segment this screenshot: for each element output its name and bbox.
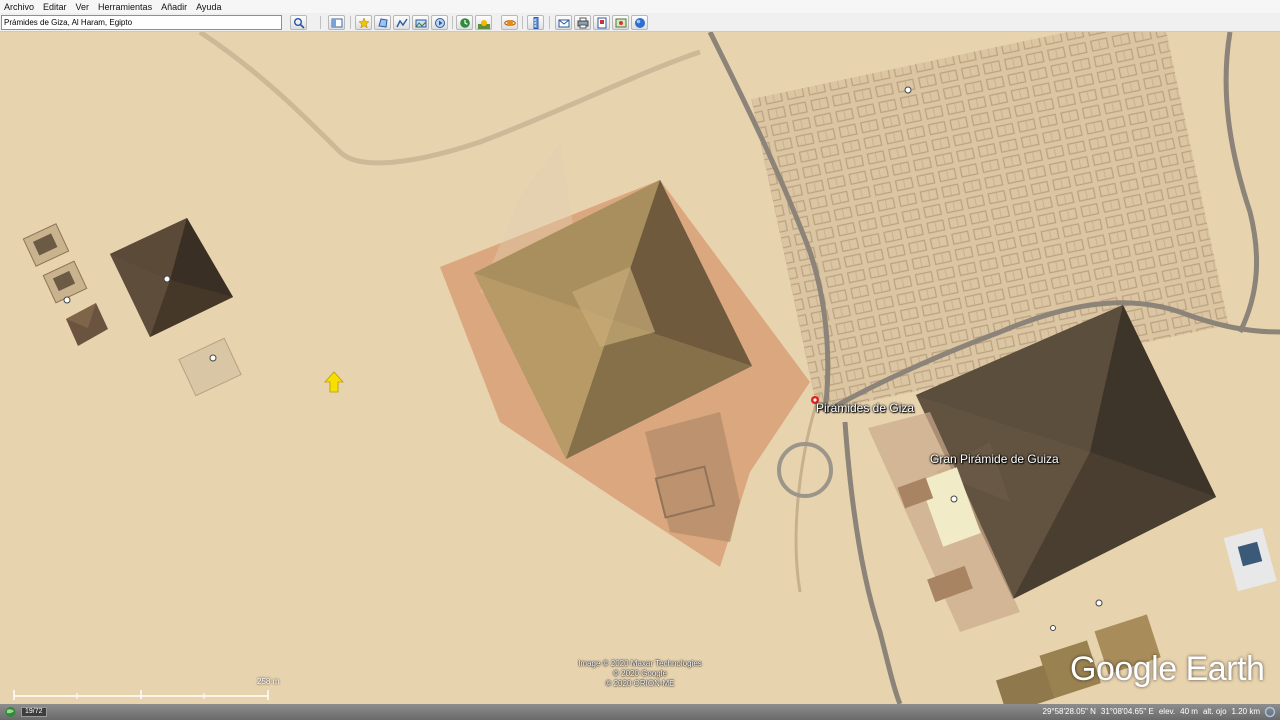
placemark-icon	[357, 16, 370, 28]
toolbar-separator	[452, 16, 453, 29]
scale-label: 258 m	[257, 677, 280, 686]
polygon-icon	[377, 17, 388, 28]
save-image-icon	[597, 17, 606, 28]
latitude: 29°58'28.05" N	[1042, 707, 1096, 716]
polygon-button[interactable]	[374, 15, 391, 30]
streaming-icon	[1264, 706, 1276, 718]
elevation-value: 40 m	[1180, 707, 1198, 716]
earth-icon	[634, 17, 645, 28]
menu-bar: Archivo Editar Ver Herramientas Añadir A…	[0, 0, 1280, 13]
menu-herramientas[interactable]: Herramientas	[98, 2, 152, 12]
history-button[interactable]	[456, 15, 473, 30]
toolbar-separator	[350, 16, 351, 29]
toolbar-separator	[549, 16, 550, 29]
place-label-gran-piramide[interactable]: Gran Pirámide de Guiza	[930, 452, 1059, 466]
status-bar: 19/72 29°58'28.05" N 31°08'04.65" E elev…	[0, 704, 1280, 720]
credit-line: © 2020 Google	[613, 669, 667, 678]
tour-button[interactable]	[431, 15, 448, 30]
eye-altitude-label: alt. ojo	[1202, 707, 1227, 716]
menu-archivo[interactable]: Archivo	[4, 2, 34, 12]
email-button[interactable]	[555, 15, 572, 30]
globe-icon[interactable]	[4, 706, 17, 718]
credit-line: © 2020 ORION-ME	[605, 679, 675, 688]
path-button[interactable]	[393, 15, 410, 30]
toolbar-separator	[522, 16, 523, 29]
save-image-button[interactable]	[593, 15, 610, 30]
elevation-label: elev.	[1158, 707, 1176, 716]
menu-editar[interactable]: Editar	[43, 2, 67, 12]
email-icon	[558, 19, 569, 27]
menu-ver[interactable]: Ver	[76, 2, 90, 12]
eye-altitude-value: 1.20 km	[1231, 707, 1260, 716]
satellite-imagery	[0, 32, 1280, 704]
google-earth-logo: Google Earth	[1070, 650, 1265, 688]
maps-icon	[615, 18, 626, 27]
tour-icon	[434, 17, 445, 28]
sidebar-button[interactable]	[328, 15, 345, 30]
sidebar-icon	[331, 18, 342, 27]
menu-ayuda[interactable]: Ayuda	[196, 2, 221, 12]
print-icon	[577, 17, 588, 28]
ruler-icon	[533, 16, 538, 29]
imagery-credits: Image © 2020 Maxar Technologies © 2020 G…	[562, 659, 718, 689]
historical-date[interactable]: 19/72	[21, 707, 47, 717]
maps-button[interactable]	[612, 15, 629, 30]
print-button[interactable]	[574, 15, 591, 30]
earth-button[interactable]	[631, 15, 648, 30]
map-viewport[interactable]: Pirámides de Giza Gran Pirámide de Guiza…	[0, 32, 1280, 704]
longitude: 31°08'04.65" E	[1100, 707, 1154, 716]
sunlight-icon	[477, 19, 490, 29]
search-icon	[293, 17, 305, 29]
path-icon	[395, 18, 408, 27]
search-input[interactable]: Prámides de Giza, Al Haram, Egipto	[1, 15, 282, 30]
history-icon	[459, 17, 470, 28]
sunlight-button[interactable]	[475, 15, 492, 30]
coordinates-readout: 29°58'28.05" N 31°08'04.65" E elev. 40 m…	[1043, 707, 1261, 716]
placemark-button[interactable]	[355, 15, 372, 30]
place-label-piramides[interactable]: Pirámides de Giza	[816, 401, 914, 415]
toolbar-separator	[320, 16, 321, 29]
image-overlay-button[interactable]	[412, 15, 429, 30]
planets-button[interactable]	[501, 15, 518, 30]
credit-line: Image © 2020 Maxar Technologies	[578, 659, 702, 668]
ruler-button[interactable]	[527, 15, 544, 30]
planets-icon	[503, 19, 516, 26]
image-overlay-icon	[415, 19, 426, 27]
menu-anadir[interactable]: Añadir	[161, 2, 187, 12]
search-button[interactable]	[290, 15, 307, 30]
toolbar: Prámides de Giza, Al Haram, Egipto	[0, 13, 1280, 32]
